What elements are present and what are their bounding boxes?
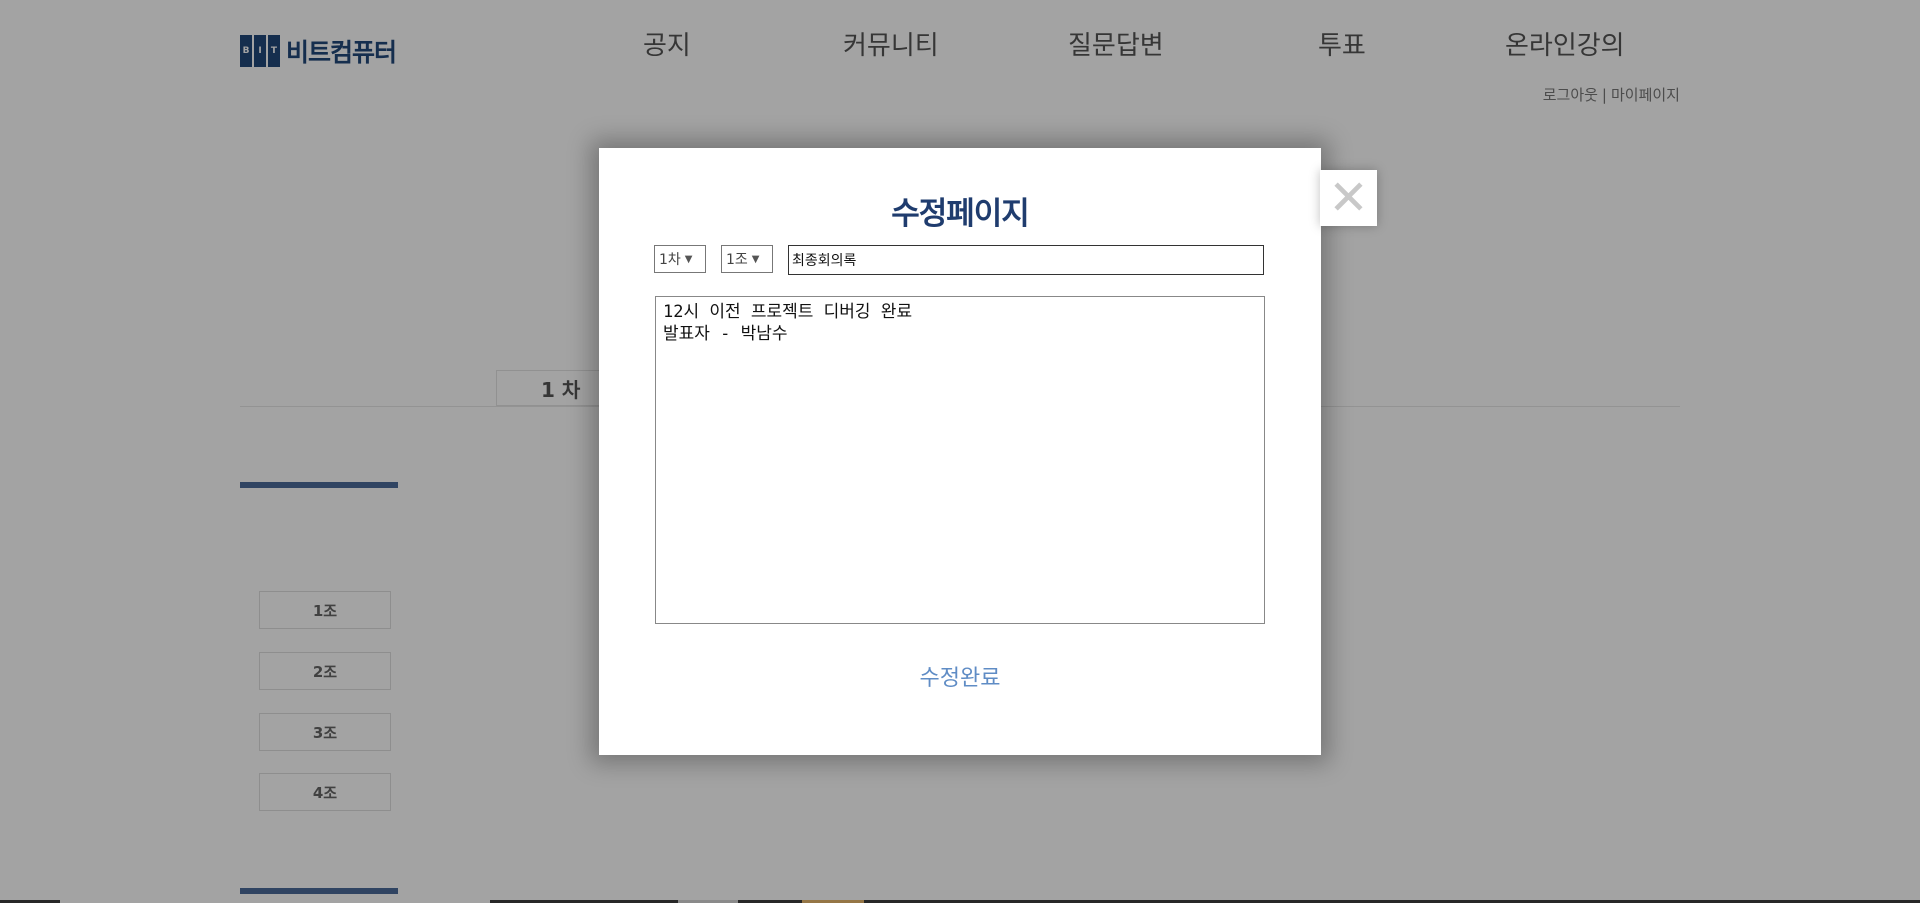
round-select-value: 1차: [659, 252, 681, 268]
edit-modal: 수정페이지 1차 ▼ 1조 ▼ 12시 이전 프로젝트 디버깅 완료 발표자 -…: [599, 148, 1321, 755]
close-icon: ✕: [1328, 170, 1369, 226]
round-select[interactable]: 1차 ▼: [654, 245, 706, 273]
content-textarea[interactable]: 12시 이전 프로젝트 디버깅 완료 발표자 - 박남수: [655, 296, 1265, 624]
close-button[interactable]: ✕: [1320, 170, 1377, 226]
content-line: 발표자 - 박남수: [663, 324, 788, 344]
content-line: 12시 이전 프로젝트 디버깅 완료: [663, 302, 913, 322]
submit-edit-button[interactable]: 수정완료: [599, 660, 1321, 692]
chevron-down-icon: ▼: [684, 253, 693, 265]
modal-title: 수정페이지: [891, 196, 1030, 232]
title-input[interactable]: [788, 245, 1264, 275]
team-select-value: 1조: [726, 252, 748, 268]
team-select[interactable]: 1조 ▼: [721, 245, 773, 273]
chevron-down-icon: ▼: [751, 253, 760, 265]
